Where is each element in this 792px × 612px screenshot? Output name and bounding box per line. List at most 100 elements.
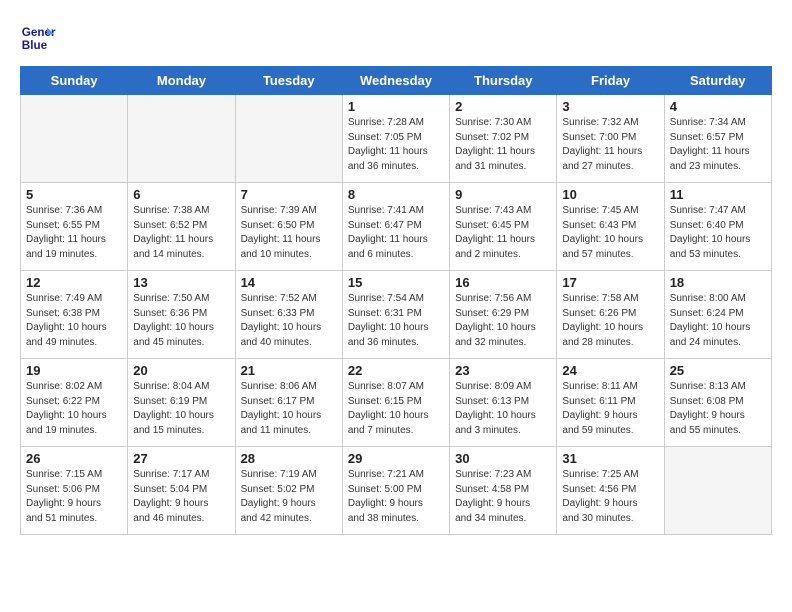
day-number: 6 (133, 187, 229, 202)
day-number: 20 (133, 363, 229, 378)
day-number: 3 (562, 99, 658, 114)
day-info: Sunrise: 7:54 AM Sunset: 6:31 PM Dayligh… (348, 292, 444, 350)
day-info: Sunrise: 7:25 AM Sunset: 4:56 PM Dayligh… (562, 468, 658, 526)
day-info: Sunrise: 8:13 AM Sunset: 6:08 PM Dayligh… (670, 380, 766, 438)
day-number: 31 (562, 451, 658, 466)
calendar-cell: 24 Sunrise: 8:11 AM Sunset: 6:11 PM Dayli… (557, 359, 664, 447)
weekday-header-wednesday: Wednesday (342, 67, 449, 95)
day-number: 22 (348, 363, 444, 378)
day-number: 28 (241, 451, 337, 466)
calendar-week-4: 19 Sunrise: 8:02 AM Sunset: 6:22 PM Dayli… (21, 359, 772, 447)
day-number: 21 (241, 363, 337, 378)
weekday-header-tuesday: Tuesday (235, 67, 342, 95)
day-number: 15 (348, 275, 444, 290)
calendar-cell: 10 Sunrise: 7:45 AM Sunset: 6:43 PM Dayli… (557, 183, 664, 271)
calendar-cell: 15 Sunrise: 7:54 AM Sunset: 6:31 PM Dayli… (342, 271, 449, 359)
day-number: 13 (133, 275, 229, 290)
calendar-cell: 14 Sunrise: 7:52 AM Sunset: 6:33 PM Dayli… (235, 271, 342, 359)
day-number: 16 (455, 275, 551, 290)
calendar-cell (235, 95, 342, 183)
day-info: Sunrise: 7:28 AM Sunset: 7:05 PM Dayligh… (348, 116, 444, 174)
calendar-cell: 16 Sunrise: 7:56 AM Sunset: 6:29 PM Dayli… (450, 271, 557, 359)
calendar-cell: 26 Sunrise: 7:15 AM Sunset: 5:06 PM Dayli… (21, 447, 128, 535)
day-number: 4 (670, 99, 766, 114)
calendar-cell: 28 Sunrise: 7:19 AM Sunset: 5:02 PM Dayli… (235, 447, 342, 535)
day-info: Sunrise: 7:19 AM Sunset: 5:02 PM Dayligh… (241, 468, 337, 526)
day-info: Sunrise: 7:15 AM Sunset: 5:06 PM Dayligh… (26, 468, 122, 526)
day-info: Sunrise: 7:52 AM Sunset: 6:33 PM Dayligh… (241, 292, 337, 350)
day-info: Sunrise: 8:09 AM Sunset: 6:13 PM Dayligh… (455, 380, 551, 438)
calendar-cell: 12 Sunrise: 7:49 AM Sunset: 6:38 PM Dayli… (21, 271, 128, 359)
day-info: Sunrise: 7:39 AM Sunset: 6:50 PM Dayligh… (241, 204, 337, 262)
calendar-cell: 21 Sunrise: 8:06 AM Sunset: 6:17 PM Dayli… (235, 359, 342, 447)
day-info: Sunrise: 7:49 AM Sunset: 6:38 PM Dayligh… (26, 292, 122, 350)
calendar-cell: 4 Sunrise: 7:34 AM Sunset: 6:57 PM Daylig… (664, 95, 771, 183)
day-number: 23 (455, 363, 551, 378)
calendar-cell: 27Sunrise: 7:17 AM Sunset: 5:04 PM Dayli… (128, 447, 235, 535)
calendar-cell: 29 Sunrise: 7:21 AM Sunset: 5:00 PM Dayli… (342, 447, 449, 535)
weekday-header-sunday: Sunday (21, 67, 128, 95)
weekday-header-row: SundayMondayTuesdayWednesdayThursdayFrid… (21, 67, 772, 95)
day-number: 19 (26, 363, 122, 378)
calendar-cell: 31 Sunrise: 7:25 AM Sunset: 4:56 PM Dayli… (557, 447, 664, 535)
day-number: 24 (562, 363, 658, 378)
day-info: Sunrise: 7:38 AM Sunset: 6:52 PM Dayligh… (133, 204, 229, 262)
day-info: Sunrise: 8:00 AM Sunset: 6:24 PM Dayligh… (670, 292, 766, 350)
calendar-body: 1 Sunrise: 7:28 AM Sunset: 7:05 PM Daylig… (21, 95, 772, 535)
day-info: Sunrise: 7:23 AM Sunset: 4:58 PM Dayligh… (455, 468, 551, 526)
weekday-header-monday: Monday (128, 67, 235, 95)
day-number: 1 (348, 99, 444, 114)
day-info: Sunrise: 7:21 AM Sunset: 5:00 PM Dayligh… (348, 468, 444, 526)
day-number: 7 (241, 187, 337, 202)
calendar-cell: 20 Sunrise: 8:04 AM Sunset: 6:19 PM Dayli… (128, 359, 235, 447)
day-info: Sunrise: 7:30 AM Sunset: 7:02 PM Dayligh… (455, 116, 551, 174)
day-info: Sunrise: 7:43 AM Sunset: 6:45 PM Dayligh… (455, 204, 551, 262)
calendar-cell: 9Sunrise: 7:43 AM Sunset: 6:45 PM Daylig… (450, 183, 557, 271)
day-info: Sunrise: 7:34 AM Sunset: 6:57 PM Dayligh… (670, 116, 766, 174)
calendar-cell: 18Sunrise: 8:00 AM Sunset: 6:24 PM Dayli… (664, 271, 771, 359)
day-info: Sunrise: 8:04 AM Sunset: 6:19 PM Dayligh… (133, 380, 229, 438)
day-number: 12 (26, 275, 122, 290)
calendar-cell: 5 Sunrise: 7:36 AM Sunset: 6:55 PM Daylig… (21, 183, 128, 271)
logo-icon: General Blue (20, 20, 56, 56)
day-info: Sunrise: 7:41 AM Sunset: 6:47 PM Dayligh… (348, 204, 444, 262)
weekday-header-saturday: Saturday (664, 67, 771, 95)
calendar-week-2: 5 Sunrise: 7:36 AM Sunset: 6:55 PM Daylig… (21, 183, 772, 271)
day-number: 14 (241, 275, 337, 290)
weekday-header-friday: Friday (557, 67, 664, 95)
page-header: General Blue (20, 20, 772, 56)
day-info: Sunrise: 7:45 AM Sunset: 6:43 PM Dayligh… (562, 204, 658, 262)
day-number: 10 (562, 187, 658, 202)
calendar-cell: 2Sunrise: 7:30 AM Sunset: 7:02 PM Daylig… (450, 95, 557, 183)
day-info: Sunrise: 7:58 AM Sunset: 6:26 PM Dayligh… (562, 292, 658, 350)
day-info: Sunrise: 7:32 AM Sunset: 7:00 PM Dayligh… (562, 116, 658, 174)
day-info: Sunrise: 8:07 AM Sunset: 6:15 PM Dayligh… (348, 380, 444, 438)
calendar-cell (21, 95, 128, 183)
day-number: 17 (562, 275, 658, 290)
day-info: Sunrise: 7:56 AM Sunset: 6:29 PM Dayligh… (455, 292, 551, 350)
day-info: Sunrise: 8:02 AM Sunset: 6:22 PM Dayligh… (26, 380, 122, 438)
day-info: Sunrise: 7:36 AM Sunset: 6:55 PM Dayligh… (26, 204, 122, 262)
calendar-cell: 19 Sunrise: 8:02 AM Sunset: 6:22 PM Dayli… (21, 359, 128, 447)
day-info: Sunrise: 7:17 AM Sunset: 5:04 PM Dayligh… (133, 468, 229, 526)
day-number: 26 (26, 451, 122, 466)
calendar-cell: 8Sunrise: 7:41 AM Sunset: 6:47 PM Daylig… (342, 183, 449, 271)
calendar-cell: 11Sunrise: 7:47 AM Sunset: 6:40 PM Dayli… (664, 183, 771, 271)
weekday-header-thursday: Thursday (450, 67, 557, 95)
calendar-cell: 17 Sunrise: 7:58 AM Sunset: 6:26 PM Dayli… (557, 271, 664, 359)
calendar-cell: 1 Sunrise: 7:28 AM Sunset: 7:05 PM Daylig… (342, 95, 449, 183)
calendar-cell (128, 95, 235, 183)
calendar-cell: 25Sunrise: 8:13 AM Sunset: 6:08 PM Dayli… (664, 359, 771, 447)
calendar-week-5: 26 Sunrise: 7:15 AM Sunset: 5:06 PM Dayli… (21, 447, 772, 535)
calendar-cell: 13 Sunrise: 7:50 AM Sunset: 6:36 PM Dayli… (128, 271, 235, 359)
day-info: Sunrise: 7:50 AM Sunset: 6:36 PM Dayligh… (133, 292, 229, 350)
calendar-week-3: 12 Sunrise: 7:49 AM Sunset: 6:38 PM Dayli… (21, 271, 772, 359)
calendar-cell: 3 Sunrise: 7:32 AM Sunset: 7:00 PM Daylig… (557, 95, 664, 183)
day-info: Sunrise: 8:11 AM Sunset: 6:11 PM Dayligh… (562, 380, 658, 438)
day-info: Sunrise: 8:06 AM Sunset: 6:17 PM Dayligh… (241, 380, 337, 438)
calendar-table: SundayMondayTuesdayWednesdayThursdayFrid… (20, 66, 772, 535)
calendar-cell: 23 Sunrise: 8:09 AM Sunset: 6:13 PM Dayli… (450, 359, 557, 447)
day-number: 5 (26, 187, 122, 202)
logo: General Blue (20, 20, 56, 56)
day-number: 29 (348, 451, 444, 466)
